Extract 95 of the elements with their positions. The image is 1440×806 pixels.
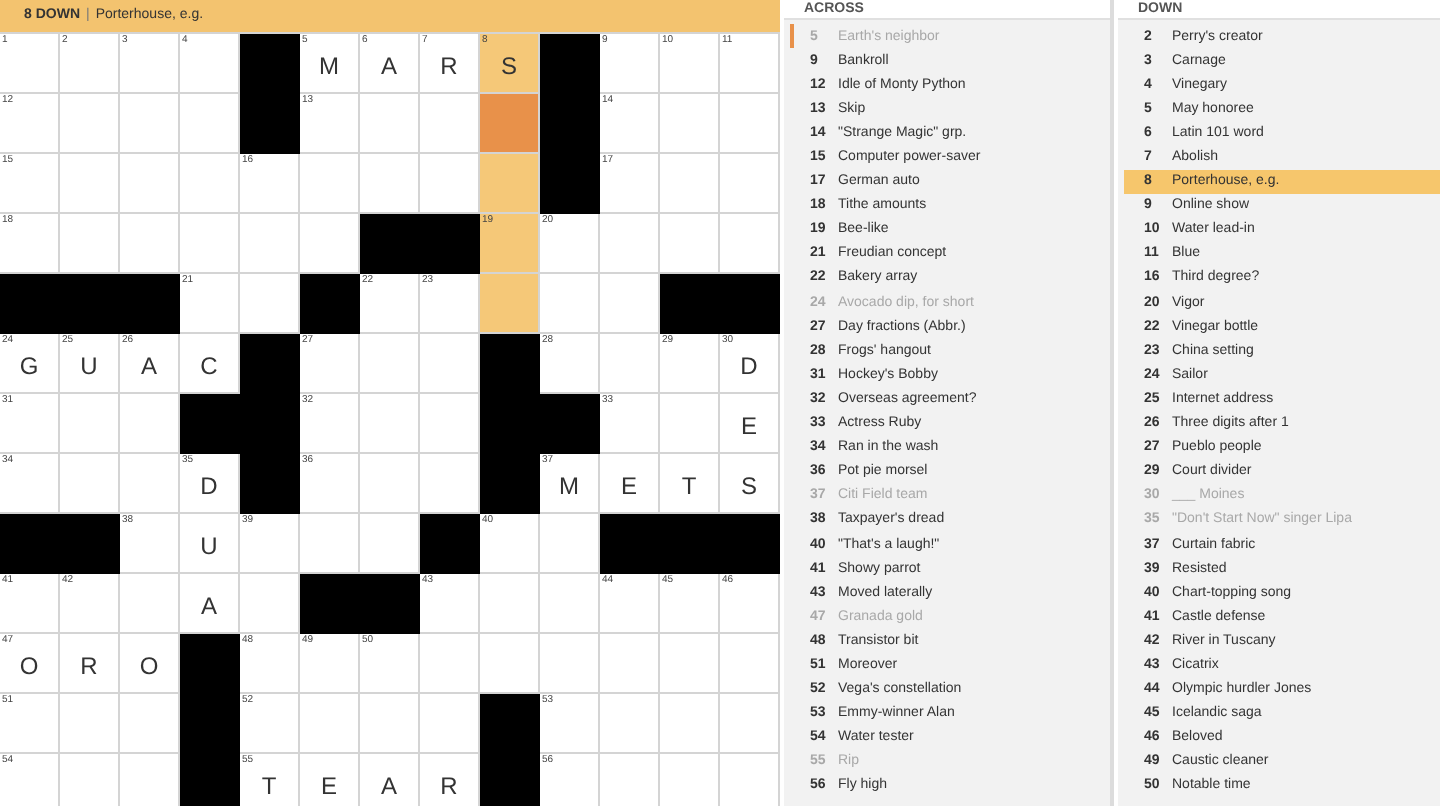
grid-cell[interactable] [720, 214, 780, 274]
grid-cell[interactable] [420, 694, 480, 754]
grid-cell[interactable]: R [60, 634, 120, 694]
grid-cell[interactable] [60, 214, 120, 274]
cell-letter: T [261, 774, 277, 798]
cell-letter: E [320, 774, 337, 798]
grid-cell[interactable] [180, 214, 240, 274]
grid-cell[interactable] [720, 94, 780, 154]
grid-cell[interactable] [120, 154, 180, 214]
cell-letter: O [139, 654, 159, 678]
grid-cell[interactable] [360, 334, 420, 394]
grid-cell[interactable] [120, 694, 180, 754]
grid-cell[interactable]: T [660, 454, 720, 514]
grid-cell[interactable] [240, 574, 300, 634]
grid-cell[interactable] [660, 634, 720, 694]
grid-cell[interactable] [300, 514, 360, 574]
grid-cell[interactable] [60, 154, 120, 214]
cell-letter: E [620, 474, 637, 498]
grid-cell[interactable]: E [720, 394, 780, 454]
grid-cell[interactable] [360, 154, 420, 214]
grid-cell[interactable]: O [120, 634, 180, 694]
grid-cell[interactable] [420, 94, 480, 154]
grid-cell[interactable] [180, 154, 240, 214]
cell-letter: O [19, 654, 39, 678]
cell-letter: A [140, 354, 157, 378]
cell-letter: S [500, 54, 517, 78]
grid-cell[interactable] [660, 94, 720, 154]
grid-cell[interactable] [480, 154, 540, 214]
grid-cell[interactable]: C [180, 334, 240, 394]
grid-cell[interactable] [480, 634, 540, 694]
grid-cell[interactable] [480, 574, 540, 634]
cell-letter: U [80, 354, 98, 378]
grid-cell[interactable] [360, 94, 420, 154]
grid-cell[interactable] [540, 514, 600, 574]
cell-letter: G [19, 354, 39, 378]
grid-cell[interactable] [720, 634, 780, 694]
cell-letter: C [200, 354, 218, 378]
grid-cell[interactable] [360, 514, 420, 574]
grid-cell[interactable] [300, 154, 360, 214]
grid-cell[interactable] [360, 694, 420, 754]
cell-letter: E [740, 414, 757, 438]
grid-cell[interactable] [540, 274, 600, 334]
cell-letter: D [740, 354, 758, 378]
grid-cell[interactable] [480, 94, 540, 154]
grid-cell[interactable] [600, 214, 660, 274]
cell-letter: A [380, 774, 397, 798]
grid-cell[interactable] [660, 694, 720, 754]
grid-cell[interactable] [60, 394, 120, 454]
grid-cell[interactable] [660, 154, 720, 214]
grid-cell[interactable] [720, 154, 780, 214]
grid-cell[interactable] [300, 214, 360, 274]
grid-cell[interactable] [120, 394, 180, 454]
grid-cell[interactable] [540, 634, 600, 694]
cell-letter: R [440, 774, 458, 798]
grid-cell[interactable] [240, 274, 300, 334]
grid-cell[interactable] [300, 694, 360, 754]
cell-letter: M [559, 474, 579, 498]
cell-letter: R [80, 654, 98, 678]
cell-letter: U [200, 534, 218, 558]
grid-cell[interactable] [600, 634, 660, 694]
cell-letter: R [440, 54, 458, 78]
cell-letter: T [681, 474, 697, 498]
grid-cell[interactable] [240, 214, 300, 274]
grid-cell[interactable] [660, 394, 720, 454]
grid-cell[interactable] [420, 634, 480, 694]
grid-cell[interactable] [120, 214, 180, 274]
grid-cell[interactable]: E [600, 454, 660, 514]
grid-cell[interactable] [420, 334, 480, 394]
grid-cell[interactable] [600, 334, 660, 394]
grid-cell[interactable] [180, 94, 240, 154]
grid-cell[interactable] [720, 694, 780, 754]
cell-letter: A [200, 594, 217, 618]
grid-cell[interactable] [60, 94, 120, 154]
grid-cell[interactable] [120, 94, 180, 154]
cell-letter: M [319, 54, 339, 78]
grid-cell[interactable]: U [180, 514, 240, 574]
grid-cell[interactable] [600, 694, 660, 754]
grid-cell[interactable] [360, 454, 420, 514]
grid-cell[interactable] [60, 454, 120, 514]
cell-letter: D [200, 474, 218, 498]
grid-cell[interactable] [420, 394, 480, 454]
grid-cell[interactable] [120, 454, 180, 514]
cell-letter: A [380, 54, 397, 78]
grid-cell[interactable] [360, 394, 420, 454]
grid-cell[interactable] [60, 694, 120, 754]
grid-cell[interactable] [540, 574, 600, 634]
cell-letter: S [740, 474, 757, 498]
grid-cell[interactable]: A [180, 574, 240, 634]
grid-cell[interactable] [600, 274, 660, 334]
grid-cell[interactable] [480, 274, 540, 334]
grid-cell[interactable] [420, 454, 480, 514]
grid-cell[interactable] [660, 214, 720, 274]
grid-cell[interactable] [120, 574, 180, 634]
grid-cell[interactable]: S [720, 454, 780, 514]
grid-cell[interactable] [420, 154, 480, 214]
